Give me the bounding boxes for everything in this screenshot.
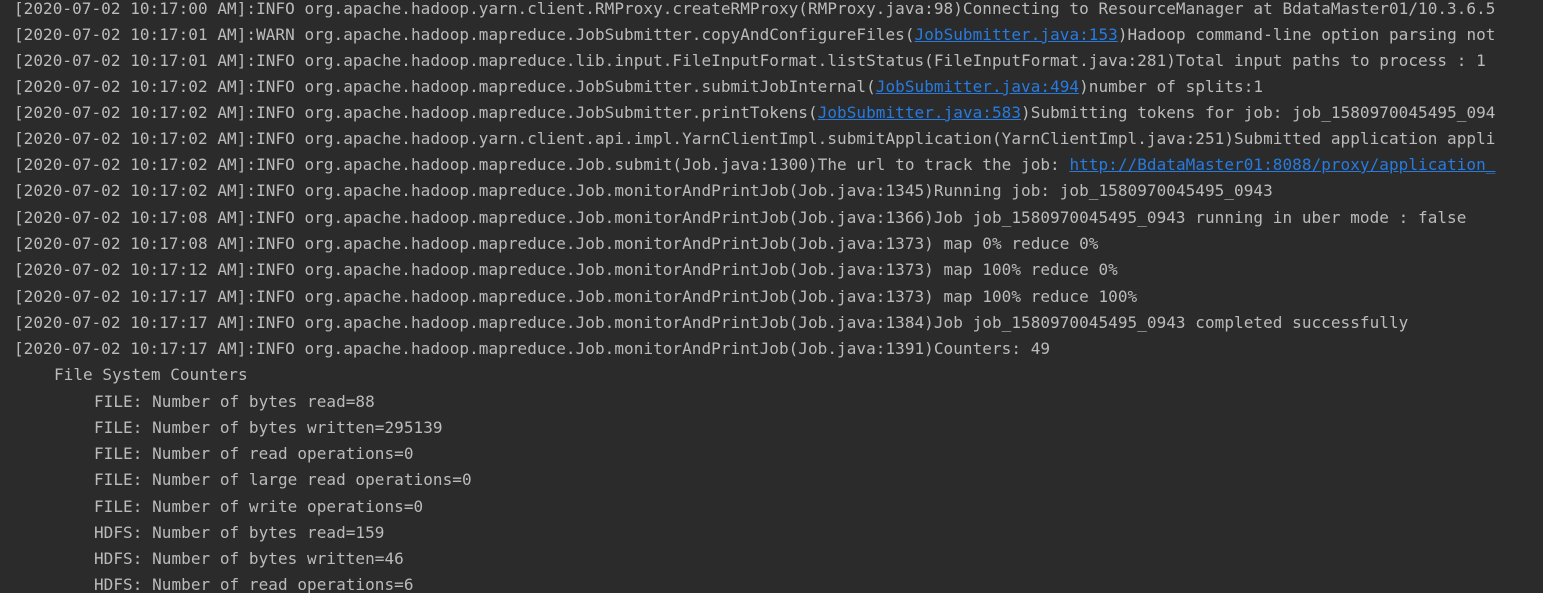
- counter-line: HDFS: Number of bytes read=159: [94, 523, 385, 542]
- log-line: [2020-07-02 10:17:00 AM]:INFO org.apache…: [14, 0, 1495, 22]
- counter-line: HDFS: Number of bytes written=46: [94, 549, 404, 568]
- counter-group-title: File System Counters: [54, 365, 248, 384]
- log-line: [2020-07-02 10:17:02 AM]:INFO org.apache…: [14, 152, 1495, 178]
- counter-line: FILE: Number of large read operations=0: [94, 470, 472, 489]
- log-line: [2020-07-02 10:17:17 AM]:INFO org.apache…: [14, 310, 1408, 336]
- log-line: [2020-07-02 10:17:02 AM]:INFO org.apache…: [14, 178, 1273, 204]
- source-link[interactable]: JobSubmitter.java:153: [915, 25, 1118, 44]
- log-text: [2020-07-02 10:17:17 AM]:INFO org.apache…: [14, 313, 1409, 332]
- log-text: [2020-07-02 10:17:02 AM]:INFO org.apache…: [14, 77, 876, 96]
- source-link[interactable]: JobSubmitter.java:494: [876, 77, 1079, 96]
- log-text: [2020-07-02 10:17:01 AM]:INFO org.apache…: [14, 51, 1486, 70]
- log-text: [2020-07-02 10:17:02 AM]:INFO org.apache…: [14, 103, 818, 122]
- log-line: [2020-07-02 10:17:08 AM]:INFO org.apache…: [14, 205, 1466, 231]
- log-text: )Submitting tokens for job: job_15809700…: [1021, 103, 1496, 122]
- log-text: )number of splits:1: [1079, 77, 1264, 96]
- log-text: [2020-07-02 10:17:12 AM]:INFO org.apache…: [14, 260, 1118, 279]
- log-text: [2020-07-02 10:17:08 AM]:INFO org.apache…: [14, 234, 1099, 253]
- log-text: [2020-07-02 10:17:01 AM]:WARN org.apache…: [14, 25, 915, 44]
- counter-line: FILE: Number of read operations=0: [94, 444, 414, 463]
- counter-line: FILE: Number of write operations=0: [94, 497, 424, 516]
- counter-line: FILE: Number of bytes read=88: [94, 392, 375, 411]
- log-text: [2020-07-02 10:17:08 AM]:INFO org.apache…: [14, 208, 1467, 227]
- log-text: [2020-07-02 10:17:17 AM]:INFO org.apache…: [14, 287, 1138, 306]
- console-output: [2020-07-02 10:17:00 AM]:INFO org.apache…: [0, 0, 1543, 593]
- counter-line: FILE: Number of bytes written=295139: [94, 418, 443, 437]
- log-text: [2020-07-02 10:17:00 AM]:INFO org.apache…: [14, 0, 1496, 18]
- log-line: [2020-07-02 10:17:17 AM]:INFO org.apache…: [14, 284, 1137, 310]
- log-line: [2020-07-02 10:17:01 AM]:INFO org.apache…: [14, 48, 1486, 74]
- log-text: )Hadoop command-line option parsing not: [1117, 25, 1496, 44]
- tracking-url-link[interactable]: http://BdataMaster01:8088/proxy/applicat…: [1069, 155, 1495, 174]
- log-text: [2020-07-02 10:17:17 AM]:INFO org.apache…: [14, 339, 1051, 358]
- log-line: [2020-07-02 10:17:02 AM]:INFO org.apache…: [14, 126, 1495, 152]
- log-line: [2020-07-02 10:17:01 AM]:WARN org.apache…: [14, 22, 1496, 48]
- log-text: [2020-07-02 10:17:02 AM]:INFO org.apache…: [14, 129, 1496, 148]
- log-line: [2020-07-02 10:17:12 AM]:INFO org.apache…: [14, 257, 1118, 283]
- log-line: [2020-07-02 10:17:02 AM]:INFO org.apache…: [14, 100, 1496, 126]
- log-line: [2020-07-02 10:17:08 AM]:INFO org.apache…: [14, 231, 1098, 257]
- log-text: [2020-07-02 10:17:02 AM]:INFO org.apache…: [14, 155, 1070, 174]
- log-line: [2020-07-02 10:17:02 AM]:INFO org.apache…: [14, 74, 1263, 100]
- counter-line: HDFS: Number of read operations=6: [94, 575, 414, 593]
- log-line: [2020-07-02 10:17:17 AM]:INFO org.apache…: [14, 336, 1050, 362]
- log-text: [2020-07-02 10:17:02 AM]:INFO org.apache…: [14, 181, 1273, 200]
- source-link[interactable]: JobSubmitter.java:583: [818, 103, 1021, 122]
